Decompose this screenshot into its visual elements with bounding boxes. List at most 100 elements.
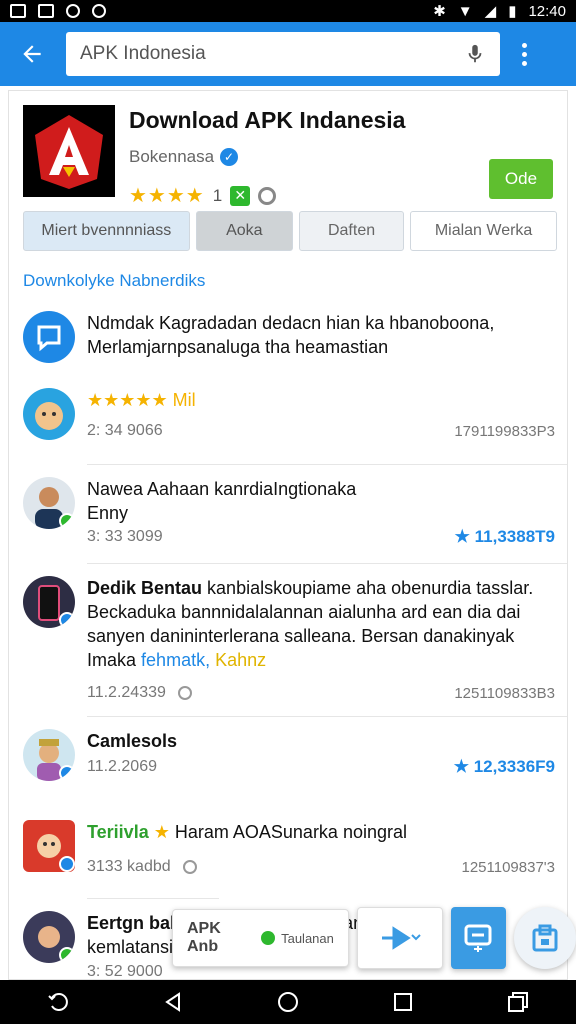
item-count: 1251109833B3 bbox=[454, 684, 555, 702]
item-date: 3133 kadbd bbox=[87, 858, 171, 875]
verified-icon: ✓ bbox=[220, 148, 239, 166]
app-title: Download APK Indanesia bbox=[129, 107, 406, 133]
item-author: Camlesols bbox=[87, 731, 178, 751]
list-item[interactable]: Nawea Aahaan kanrdiaIngtionaka Enny 3: 3… bbox=[9, 465, 567, 551]
chat-avatar bbox=[23, 311, 75, 363]
list-item[interactable]: Ndmdak Kagradadan dedacn hian ka hbanobo… bbox=[9, 299, 567, 363]
rotate-icon[interactable] bbox=[43, 990, 73, 1014]
logo-a-icon bbox=[35, 115, 103, 189]
phone-avatar bbox=[23, 576, 75, 628]
man-avatar bbox=[23, 477, 75, 529]
rating-stars: ★★★★ bbox=[129, 185, 205, 207]
green-leaf-icon bbox=[261, 931, 276, 945]
item-line: Enny bbox=[87, 503, 129, 523]
clock-icon bbox=[178, 685, 193, 700]
verified-badge bbox=[59, 612, 75, 628]
play-arrow-icon bbox=[381, 926, 421, 950]
item-date: 11.2.24339 bbox=[87, 684, 166, 701]
content-card: Download APK Indanesia Bokennasa ✓ ★★★★ … bbox=[8, 90, 568, 980]
girl-avatar bbox=[23, 911, 75, 963]
home-icon[interactable] bbox=[273, 990, 303, 1014]
tab-bar: Miert bvennnniass Aoka Daften Mialan Wer… bbox=[23, 211, 557, 251]
likes-value: 11,3388T9 bbox=[474, 527, 555, 546]
tab-1[interactable]: Miert bvennnniass bbox=[23, 211, 190, 251]
pill-label: APK Anb bbox=[187, 920, 221, 955]
back-button[interactable] bbox=[12, 34, 52, 74]
item-tag[interactable]: Kahnz bbox=[215, 650, 266, 670]
item-line: Haram AOASunarka noingral bbox=[174, 822, 407, 842]
pill-sub: Taulanan bbox=[281, 930, 334, 946]
item-date: 3: 52 9000 bbox=[87, 963, 163, 980]
switch-icon[interactable] bbox=[503, 990, 533, 1014]
back-icon[interactable] bbox=[158, 990, 188, 1014]
app-logo bbox=[23, 105, 115, 197]
item-date-row: 11.2.24339 bbox=[87, 684, 193, 702]
item-date: 2: 34 9066 bbox=[87, 422, 163, 439]
message-icon bbox=[464, 924, 492, 952]
feed-list: Ndmdak Kagradadan dedacn hian ka hbanobo… bbox=[9, 299, 567, 980]
rating-value: 1 bbox=[212, 185, 223, 205]
arrow-left-icon bbox=[23, 45, 41, 63]
tab-3[interactable]: Daften bbox=[298, 211, 405, 251]
app-bar: APK Indonesia bbox=[0, 22, 576, 86]
item-date: 3: 33 3099 bbox=[87, 528, 163, 545]
floating-actions: APK Anb Taulanan bbox=[172, 907, 576, 969]
system-nav-bar bbox=[0, 980, 576, 1024]
app-header: Download APK Indanesia Bokennasa ✓ ★★★★ … bbox=[23, 105, 553, 207]
item-text: Camlesols bbox=[87, 729, 555, 753]
message-button[interactable] bbox=[450, 907, 507, 969]
dog-avatar bbox=[23, 388, 75, 440]
sync-icon bbox=[66, 4, 80, 18]
save-icon bbox=[532, 924, 558, 952]
info-icon bbox=[258, 186, 277, 205]
gallery-icon bbox=[38, 4, 54, 18]
item-count: 1251109837'3 bbox=[461, 858, 555, 876]
item-author: Teriivla bbox=[87, 822, 149, 842]
status-time: 12:40 bbox=[528, 2, 566, 20]
item-author: Dedik Bentau bbox=[87, 578, 203, 598]
item-line: kanbialskoupiame aha obenurdia tasslar. bbox=[207, 578, 534, 598]
signal-icon: ◢ bbox=[484, 3, 497, 20]
cartoon-avatar bbox=[23, 820, 75, 872]
list-item[interactable]: Dedik Bentau kanbialskoupiame aha obenur… bbox=[9, 564, 567, 704]
list-item[interactable]: Camlesols 11.2.2069 ★ 12,3336F9 bbox=[9, 717, 567, 795]
item-date-row: 3133 kadbd bbox=[87, 858, 198, 876]
item-line-4: Imaka fehmatk, Kahnz bbox=[87, 648, 555, 672]
status-bar: ✱ ▼ ◢ ▮ 12:40 bbox=[0, 0, 576, 22]
likes-value: 12,3336F9 bbox=[473, 757, 555, 776]
mic-icon[interactable] bbox=[464, 43, 486, 65]
tab-2[interactable]: Aoka bbox=[195, 211, 293, 251]
more-vert-icon[interactable] bbox=[512, 34, 536, 74]
verified-badge bbox=[59, 856, 75, 872]
editor-choice-icon: ✕ bbox=[230, 185, 251, 206]
apk-pill-button[interactable]: APK Anb Taulanan bbox=[172, 909, 349, 967]
section-title: Downkolyke Nabnerdiks bbox=[23, 271, 206, 290]
item-likes: ★ 11,3388T9 bbox=[454, 527, 555, 546]
item-line: sanyen danininterlerana salleana. Bersan… bbox=[87, 626, 515, 646]
search-input[interactable]: APK Indonesia bbox=[66, 32, 500, 76]
item-word: Imaka bbox=[87, 650, 137, 670]
tab-4[interactable]: Mialan Werka bbox=[410, 211, 557, 251]
list-item[interactable]: ★★★★★ Mil 2: 34 9066 1791199833P3 bbox=[9, 376, 567, 452]
search-value: APK Indonesia bbox=[80, 43, 206, 64]
item-count: 1791199833P3 bbox=[454, 422, 555, 440]
clock-icon bbox=[183, 859, 198, 874]
list-item[interactable]: Teriivla ★ Haram AOASunarka noingral 313… bbox=[9, 808, 567, 886]
item-likes: ★ 12,3336F9 bbox=[453, 757, 555, 776]
install-button[interactable]: Ode bbox=[489, 159, 553, 199]
verified-badge bbox=[59, 765, 75, 781]
save-button[interactable] bbox=[514, 907, 576, 969]
developer-name[interactable]: Bokennasa bbox=[129, 147, 214, 167]
item-line: Merlamjarnpsanaluga tha heamastian bbox=[87, 337, 389, 357]
image-icon bbox=[10, 4, 26, 18]
dog-icon bbox=[35, 402, 63, 430]
item-link[interactable]: fehmatk, bbox=[141, 650, 210, 670]
star-emoji-icon: ★ bbox=[153, 822, 170, 842]
circle-icon bbox=[92, 4, 106, 18]
share-button[interactable] bbox=[356, 907, 443, 969]
wifi-icon: ▼ bbox=[457, 2, 473, 20]
item-date: 11.2.2069 bbox=[87, 758, 157, 775]
developer-row: Bokennasa ✓ bbox=[129, 147, 239, 167]
item-line: ★★★★★ Mil bbox=[87, 390, 196, 410]
recents-icon[interactable] bbox=[388, 990, 418, 1014]
